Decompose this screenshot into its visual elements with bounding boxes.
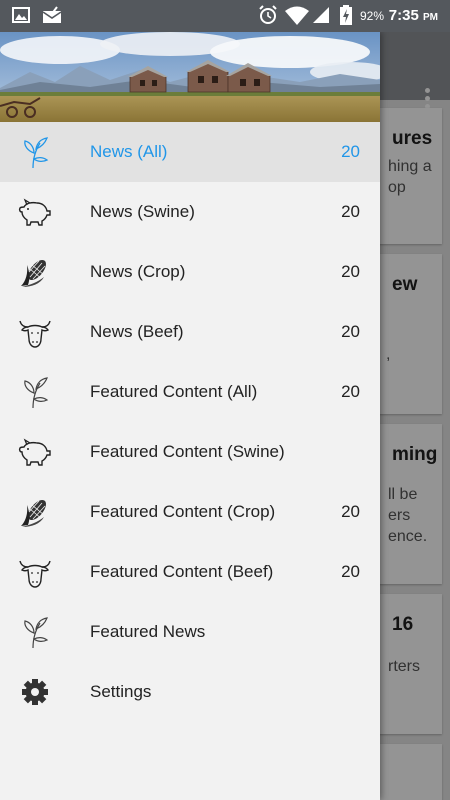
nav-item-label: Settings <box>90 682 152 701</box>
nav-item-label: News (Beef) <box>90 322 184 341</box>
drawer-menu-list: News (All) 20 News (Swine) 20 News (Crop… <box>0 122 380 722</box>
cow-icon <box>19 560 51 588</box>
nav-item-count: 20 <box>341 382 360 401</box>
cellular-signal-icon <box>313 7 329 23</box>
drawer-header-image <box>0 32 380 122</box>
nav-item-label: Featured Content (Swine) <box>90 442 285 461</box>
nav-item-featured-beef[interactable]: Featured Content (Beef) 20 <box>0 542 380 602</box>
farm-landscape-image <box>0 32 380 122</box>
nav-item-label: Featured News <box>90 622 206 641</box>
sprout-icon <box>24 137 49 169</box>
alarm-icon <box>259 5 277 24</box>
nav-item-news-crop[interactable]: News (Crop) 20 <box>0 242 380 302</box>
nav-item-news-swine[interactable]: News (Swine) 20 <box>0 182 380 242</box>
nav-item-count: 20 <box>341 322 360 341</box>
nav-item-label: News (All) <box>90 142 168 161</box>
nav-item-featured-news[interactable]: Featured News <box>0 602 380 662</box>
nav-item-featured-crop[interactable]: Featured Content (Crop) 20 <box>0 482 380 542</box>
nav-item-featured-swine[interactable]: Featured Content (Swine) <box>0 422 380 482</box>
nav-item-news-beef[interactable]: News (Beef) 20 <box>0 302 380 362</box>
clock-suffix: PM <box>423 12 438 23</box>
nav-item-news-all[interactable]: News (All) 20 <box>0 122 380 182</box>
corn-icon <box>21 260 46 287</box>
gear-icon <box>22 679 48 705</box>
status-bar: 92% 7:35 PM <box>0 0 450 32</box>
pig-icon <box>18 438 51 466</box>
battery-percent: 92% <box>360 9 385 23</box>
nav-item-count: 20 <box>341 142 360 161</box>
nav-item-featured-all[interactable]: Featured Content (All) 20 <box>0 362 380 422</box>
nav-item-count: 20 <box>341 262 360 281</box>
sprout-icon <box>24 377 49 409</box>
mail-notification-icon <box>42 6 62 23</box>
nav-item-label: Featured Content (All) <box>90 382 258 401</box>
corn-icon <box>21 500 46 527</box>
clock: 7:35 PM <box>389 7 438 24</box>
nav-item-count: 20 <box>341 562 360 581</box>
nav-item-label: News (Crop) <box>90 262 186 281</box>
navigation-drawer: News (All) 20 News (Swine) 20 News (Crop… <box>0 32 380 800</box>
nav-item-settings[interactable]: Settings <box>0 662 380 722</box>
battery-charging-icon <box>340 5 352 25</box>
nav-item-label: Featured Content (Beef) <box>90 562 274 581</box>
nav-item-label: News (Swine) <box>90 202 195 221</box>
nav-item-label: Featured Content (Crop) <box>90 502 276 521</box>
sprout-icon <box>24 617 49 649</box>
pig-icon <box>18 198 51 226</box>
nav-item-count: 20 <box>341 202 360 221</box>
nav-item-count: 20 <box>341 502 360 521</box>
cow-icon <box>19 320 51 348</box>
wifi-icon <box>285 6 309 25</box>
clock-time: 7:35 <box>388 7 419 24</box>
gallery-notification-icon <box>12 7 30 23</box>
